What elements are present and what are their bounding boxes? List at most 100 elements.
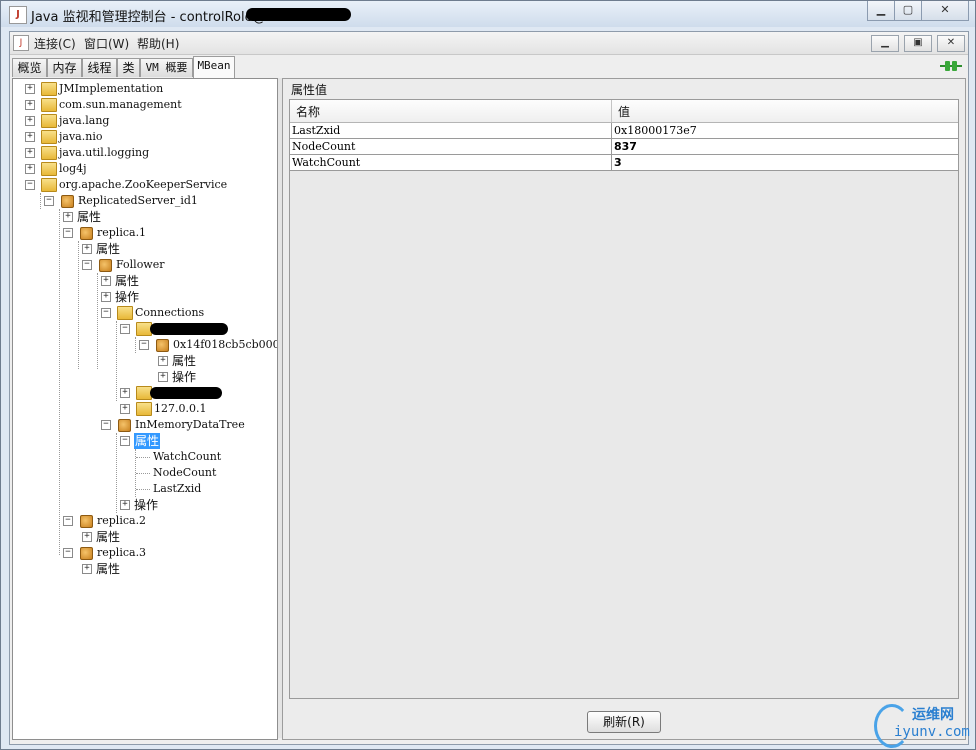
expand-icon[interactable]: +: [63, 212, 73, 222]
tree-node-label: log4j: [59, 162, 87, 175]
collapse-icon[interactable]: −: [44, 196, 54, 206]
tree-node-label: 属性: [172, 354, 197, 368]
menu-bar: J 连接(C) 窗口(W) 帮助(H) ▁ ▣ ✕: [10, 32, 968, 55]
frame-close-button[interactable]: ✕: [937, 35, 965, 52]
expand-icon[interactable]: +: [25, 148, 35, 158]
collapse-icon[interactable]: −: [139, 340, 149, 350]
expand-icon[interactable]: +: [120, 404, 130, 414]
folder-icon: [41, 130, 57, 144]
tree-node-label: LastZxid: [153, 482, 202, 495]
tree-line: [116, 321, 117, 401]
attribute-name: WatchCount: [292, 156, 361, 169]
table-row[interactable]: NodeCount 837: [290, 139, 958, 155]
collapse-icon[interactable]: −: [120, 324, 130, 334]
tree-line: [116, 433, 117, 513]
expand-icon[interactable]: +: [101, 292, 111, 302]
expand-icon[interactable]: +: [25, 116, 35, 126]
expand-icon[interactable]: +: [82, 244, 92, 254]
expand-icon[interactable]: +: [25, 132, 35, 142]
expand-icon[interactable]: +: [120, 500, 130, 510]
table-header: 名称 值: [290, 100, 958, 123]
internal-frame: J 连接(C) 窗口(W) 帮助(H) ▁ ▣ ✕ 概览 内存 线程 类 VM …: [9, 31, 969, 745]
folder-icon: [41, 162, 57, 176]
tree-line: [59, 209, 60, 555]
tree-node-label: 属性: [96, 530, 121, 544]
tree-node-label: 属性: [134, 433, 161, 449]
menu-connect[interactable]: 连接(C): [34, 35, 76, 52]
tree-node-label: 属性: [77, 210, 102, 224]
tree-node-label: replica.1: [97, 226, 147, 239]
folder-icon: [41, 98, 57, 112]
site-watermark: 运维网 iyunv.com: [872, 700, 972, 748]
tab-overview[interactable]: 概览: [12, 58, 47, 77]
column-header-value[interactable]: 值: [618, 103, 630, 120]
tab-mbean[interactable]: MBean: [193, 56, 235, 78]
window-title: Java 监视和管理控制台 - controlRole@: [31, 10, 266, 25]
collapse-icon[interactable]: −: [63, 228, 73, 238]
tree-node-label: java.lang: [59, 114, 110, 127]
frame-minimize-button[interactable]: ▁: [871, 35, 899, 52]
refresh-button[interactable]: 刷新(R): [587, 711, 661, 733]
attribute-values-panel: 属性值 名称 值 LastZxid 0x18000173e7 NodeCount…: [282, 78, 966, 740]
expand-icon[interactable]: +: [158, 356, 168, 366]
window-minimize-button[interactable]: ▁: [867, 1, 895, 21]
tree-node-label: 操作: [134, 498, 159, 512]
window-maximize-button[interactable]: ▢: [894, 1, 922, 21]
tree-node-label: replica.3: [97, 546, 147, 559]
frame-restore-button[interactable]: ▣: [904, 35, 932, 52]
collapse-icon[interactable]: −: [82, 260, 92, 270]
title-bar[interactable]: J Java 监视和管理控制台 - controlRole@ ▁ ▢ ✕: [1, 1, 975, 27]
expand-icon[interactable]: +: [120, 388, 130, 398]
menu-window[interactable]: 窗口(W): [84, 35, 129, 52]
folder-icon: [41, 82, 57, 96]
expand-icon[interactable]: +: [25, 100, 35, 110]
watermark-line1: 运维网: [912, 707, 954, 723]
redacted-address: [150, 323, 228, 335]
tree-node-label: 操作: [115, 290, 140, 304]
folder-icon: [136, 402, 152, 416]
java-frame-icon: J: [13, 35, 29, 51]
column-divider[interactable]: [611, 100, 612, 122]
tree-node-label: ReplicatedServer_id1: [78, 194, 198, 207]
collapse-icon[interactable]: −: [63, 516, 73, 526]
tree-node-label: Connections: [135, 306, 205, 319]
tree-node-label: Follower: [116, 258, 165, 271]
expand-icon[interactable]: +: [25, 84, 35, 94]
tree-node-label: 属性: [115, 274, 140, 288]
collapse-icon[interactable]: −: [63, 548, 73, 558]
tab-vm-summary[interactable]: VM 概要: [140, 58, 193, 77]
collapse-icon[interactable]: −: [120, 436, 130, 446]
tab-threads[interactable]: 线程: [82, 58, 117, 77]
mbean-icon: [80, 227, 93, 240]
expand-icon[interactable]: +: [82, 532, 92, 542]
tree-node-label: 属性: [96, 242, 121, 256]
watermark-line2: iyunv.com: [894, 724, 970, 740]
tab-memory[interactable]: 内存: [47, 58, 82, 77]
mbean-icon: [118, 419, 131, 432]
table-row[interactable]: WatchCount 3: [290, 155, 958, 171]
mbean-icon: [80, 547, 93, 560]
window-close-button[interactable]: ✕: [921, 1, 969, 21]
column-header-name[interactable]: 名称: [296, 103, 320, 120]
expand-icon[interactable]: +: [158, 372, 168, 382]
tree-node-label: org.apache.ZooKeeperService: [59, 178, 228, 191]
collapse-icon[interactable]: −: [25, 180, 35, 190]
mbean-icon: [156, 339, 169, 352]
tree-node-label: 127.0.0.1: [154, 402, 207, 415]
mbean-tree[interactable]: + JMImplementation + com.sun.management …: [12, 78, 278, 740]
tree-line: [135, 337, 136, 353]
expand-icon[interactable]: +: [101, 276, 111, 286]
column-divider: [611, 155, 612, 170]
table-row[interactable]: LastZxid 0x18000173e7: [290, 123, 958, 139]
menu-help[interactable]: 帮助(H): [137, 35, 179, 52]
expand-icon[interactable]: +: [25, 164, 35, 174]
redacted-address: [150, 387, 222, 399]
collapse-icon[interactable]: −: [101, 308, 111, 318]
column-divider: [611, 139, 612, 154]
attribute-value: 837: [614, 140, 637, 153]
tab-classes[interactable]: 类: [117, 58, 140, 77]
expand-icon[interactable]: +: [82, 564, 92, 574]
tree-node-label: 0x14f018cb5cb000c: [173, 338, 278, 351]
tree-line: [97, 273, 98, 369]
collapse-icon[interactable]: −: [101, 420, 111, 430]
